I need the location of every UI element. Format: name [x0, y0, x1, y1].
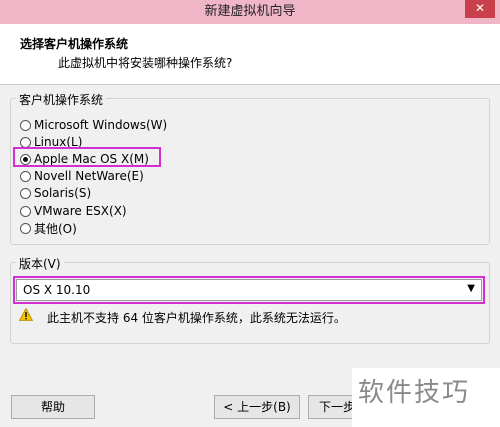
radio-label: Novell NetWare(E)	[34, 169, 144, 183]
guest-os-group-label: 客户机操作系统	[16, 91, 107, 108]
back-button[interactable]: < 上一步(B)	[214, 395, 300, 419]
radio-button[interactable]	[20, 222, 31, 234]
radio-option-solaris[interactable]: Solaris(S)	[20, 185, 91, 201]
radio-option-other[interactable]: 其他(O)	[20, 220, 77, 236]
warning-message: 此主机不支持 64 位客户机操作系统，此系统无法运行。	[47, 311, 346, 325]
window-title: 新建虚拟机向导	[204, 4, 296, 19]
version-group-label: 版本(V)	[16, 255, 64, 272]
radio-button[interactable]	[20, 205, 31, 217]
close-icon: ✕	[474, 1, 486, 15]
warning-icon	[19, 308, 33, 321]
dropdown-highlight	[13, 276, 485, 304]
radio-label: VMware ESX(X)	[34, 204, 127, 218]
selection-highlight	[13, 147, 161, 167]
radio-label: Solaris(S)	[34, 186, 92, 200]
radio-button[interactable]	[20, 136, 31, 148]
title-bar: 新建虚拟机向导 ✕	[0, 0, 500, 24]
page-subtitle: 此虚拟机中将安装哪种操作系统?	[58, 56, 233, 70]
page-title: 选择客户机操作系统	[20, 37, 129, 51]
help-button[interactable]: 帮助	[11, 395, 95, 419]
radio-option-windows[interactable]: Microsoft Windows(W)	[20, 117, 167, 133]
radio-button[interactable]	[20, 119, 31, 131]
wizard-header: 选择客户机操作系统 此虚拟机中将安装哪种操作系统?	[0, 24, 500, 85]
radio-label: 其他(O)	[34, 221, 77, 236]
radio-button[interactable]	[20, 170, 31, 182]
close-button[interactable]: ✕	[465, 0, 495, 18]
radio-label: Microsoft Windows(W)	[34, 118, 168, 132]
radio-option-vmware-esx[interactable]: VMware ESX(X)	[20, 203, 127, 219]
radio-option-netware[interactable]: Novell NetWare(E)	[20, 168, 144, 184]
watermark-text: 软件技巧	[358, 378, 471, 408]
radio-button[interactable]	[20, 187, 31, 199]
